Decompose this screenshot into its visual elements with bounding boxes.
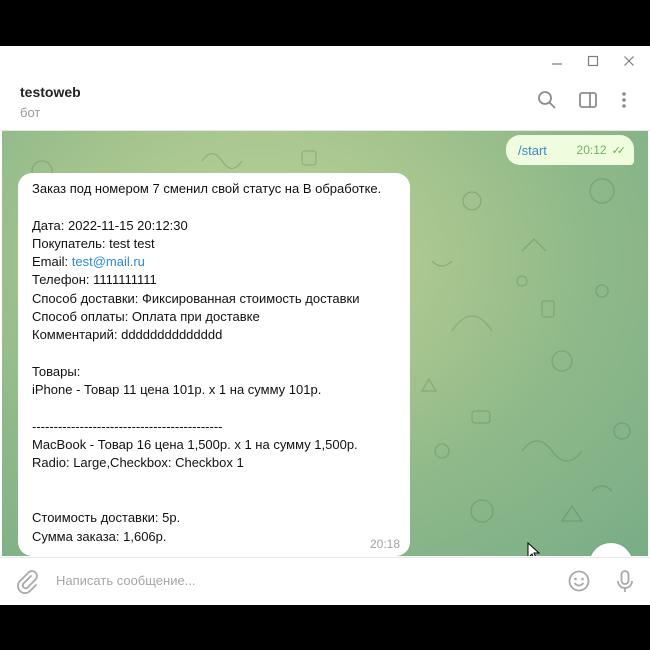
message-time: 20:18 xyxy=(369,537,400,551)
sidebar-toggle-icon[interactable] xyxy=(574,86,602,114)
message-input[interactable]: Написать сообщение... xyxy=(56,573,196,588)
incoming-message[interactable]: Заказ под номером 7 сменил свой статус н… xyxy=(18,173,410,556)
maximize-icon[interactable] xyxy=(576,46,610,76)
message-line: Сумма заказа: 1,606р. xyxy=(32,528,167,544)
emoji-icon[interactable] xyxy=(566,568,592,594)
email-link[interactable]: test@mail.ru xyxy=(72,254,145,269)
double-check-icon: ✓✓ xyxy=(611,144,627,157)
message-line: Телефон: 1111111111 xyxy=(32,272,157,288)
message-line: Комментарий: dddddddddddddd xyxy=(32,327,223,343)
message-line: MacBook - Товар 16 цена 1,500р. х 1 на с… xyxy=(32,437,358,453)
message-line: Email: test@mail.ru xyxy=(32,254,145,270)
message-line xyxy=(32,473,396,491)
telegram-window: testoweb бот /start 20:12 ✓✓ Заказ под н… xyxy=(0,46,650,605)
microphone-icon[interactable] xyxy=(612,568,638,594)
message-line: Покупатель: test test xyxy=(32,235,155,251)
message-line: Radio: Large,Checkbox: Checkbox 1 xyxy=(32,455,244,471)
chevron-down-icon xyxy=(601,555,621,556)
outgoing-message[interactable]: /start 20:12 ✓✓ xyxy=(506,135,634,165)
minimize-icon[interactable] xyxy=(540,46,574,76)
message-text: Заказ под номером 7 сменил свой статус н… xyxy=(32,180,396,546)
message-line xyxy=(32,400,396,418)
message-line: iPhone - Товар 11 цена 101р. х 1 на сумм… xyxy=(32,382,322,398)
mouse-cursor-icon xyxy=(527,542,541,556)
close-icon[interactable] xyxy=(612,46,646,76)
message-line: Способ оплаты: Оплата при доставке xyxy=(32,309,260,325)
paperclip-icon[interactable] xyxy=(14,568,40,594)
message-composer: Написать сообщение... xyxy=(0,557,650,605)
message-line: Заказ под номером 7 сменил свой статус н… xyxy=(32,181,382,196)
search-icon[interactable] xyxy=(533,86,561,114)
message-line: Способ доставки: Фиксированная стоимость… xyxy=(32,290,360,306)
message-line xyxy=(32,345,396,363)
message-line: Стоимость доставки: 5р. xyxy=(32,510,181,526)
message-time: 20:12 xyxy=(576,143,607,157)
chat-status: бот xyxy=(20,105,41,120)
message-line: ----------------------------------------… xyxy=(32,418,223,434)
title-bar xyxy=(0,46,650,76)
chat-header: testoweb бот xyxy=(0,76,650,131)
command-link[interactable]: /start xyxy=(518,143,547,158)
message-line: Дата: 2022-11-15 20:12:30 xyxy=(32,217,188,233)
more-vertical-icon[interactable] xyxy=(610,86,638,114)
chat-area[interactable]: /start 20:12 ✓✓ Заказ под номером 7 смен… xyxy=(2,131,648,556)
message-line: Товары: xyxy=(32,363,81,379)
message-line xyxy=(32,198,396,216)
message-line xyxy=(32,491,396,509)
chat-title[interactable]: testoweb xyxy=(20,84,81,100)
